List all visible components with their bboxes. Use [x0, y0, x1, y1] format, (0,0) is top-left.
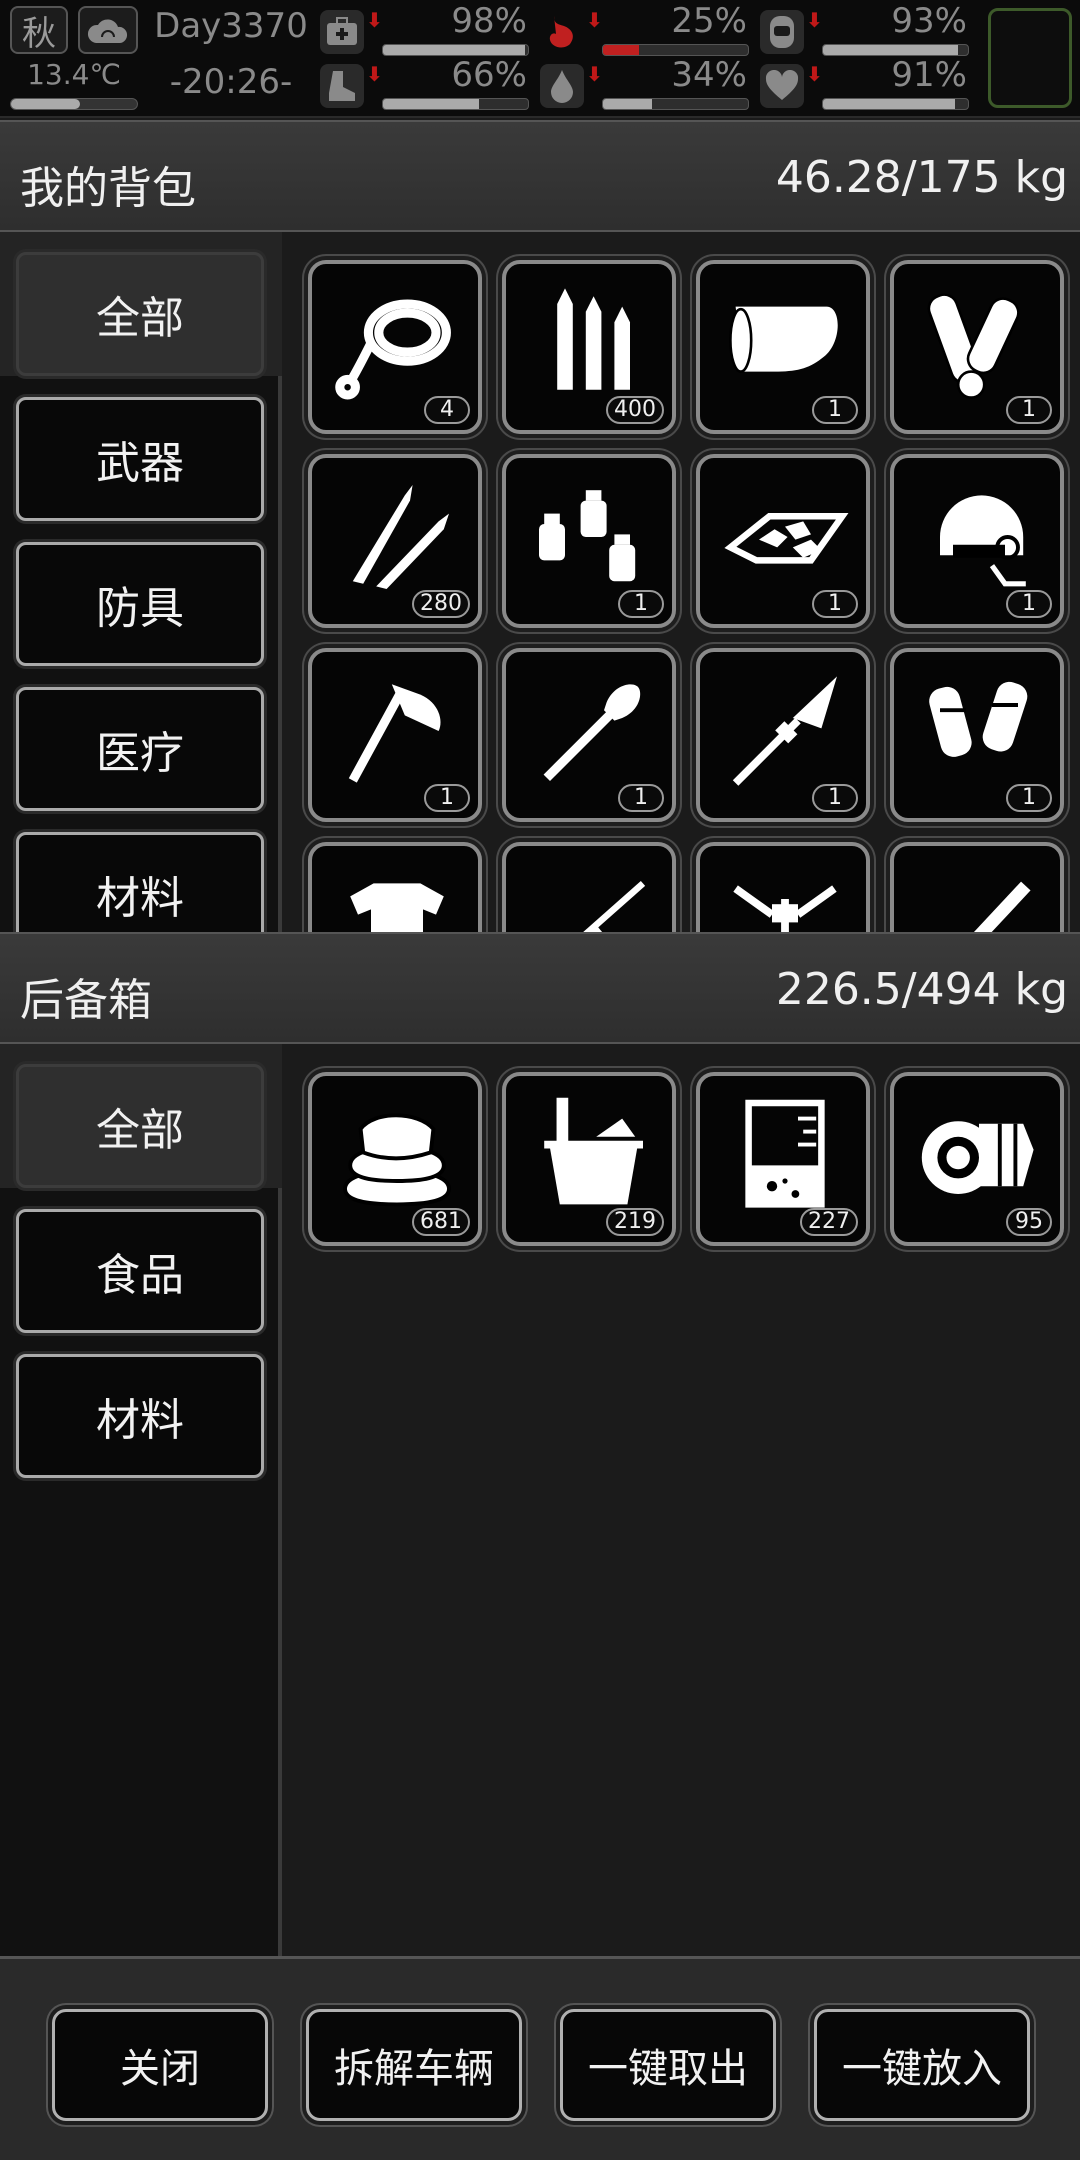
item-slot[interactable]: 400	[502, 260, 676, 434]
shield-icon	[760, 10, 804, 54]
tripod-icon	[733, 885, 837, 932]
item-slot[interactable]: 219	[502, 1072, 676, 1246]
item-slot[interactable]: 1	[696, 454, 870, 628]
cloth-stack-icon	[343, 1113, 451, 1207]
backpack-category-list: 全部 武器 防具 医疗 材料	[0, 232, 282, 932]
backpack-title: 我的背包	[20, 163, 196, 214]
trunk-weight: 226.5/494 kg	[775, 964, 1068, 1015]
backpack-tab-armor[interactable]: 防具	[16, 542, 264, 666]
grenades-icon	[539, 490, 636, 582]
trunk-tab-food[interactable]: 食品	[16, 1209, 264, 1333]
stamina-stat[interactable]: ⬇ 66%	[320, 56, 535, 112]
item-slot[interactable]	[696, 842, 870, 932]
bandage-icon	[927, 293, 1020, 399]
sniper-rifle-icon	[577, 880, 646, 932]
health-value: 98%	[451, 1, 527, 41]
bullets-icon	[557, 288, 630, 390]
temperature: 13.4℃	[27, 58, 121, 91]
day-counter: Day3370	[154, 6, 308, 46]
item-slot[interactable]: 1	[696, 648, 870, 822]
item-slot[interactable]: 1	[308, 648, 482, 822]
item-slot[interactable]: 681	[308, 1072, 482, 1246]
cloth-roll-icon	[729, 306, 838, 373]
item-slot[interactable]	[308, 842, 482, 932]
armor-value: 93%	[891, 1, 967, 41]
backpack-tab-all[interactable]: 全部	[16, 252, 264, 376]
hunger-value: 25%	[671, 1, 747, 41]
status-bar: 秋 13.4℃ Day3370 -20:26- ⬇ 98% ⬇ 25% ⬇ 93…	[0, 0, 1080, 118]
rifle-rounds-icon	[352, 485, 449, 589]
mood-value: 91%	[891, 55, 967, 95]
shovel-icon	[543, 684, 641, 782]
trunk-panel: 全部 食品 材料 681 219 227 95	[0, 1044, 1080, 1956]
armor-stat[interactable]: ⬇ 93%	[760, 2, 975, 58]
item-slot[interactable]: 1	[890, 260, 1064, 434]
backpack-panel: 全部 武器 防具 医疗 材料 4 400 1 1 280 1 1 1 1 1 1…	[0, 232, 1080, 932]
put-all-button[interactable]: 一键放入	[814, 2009, 1030, 2121]
item-slot[interactable]	[890, 842, 1064, 932]
item-slot[interactable]: 1	[502, 648, 676, 822]
close-button[interactable]: 关闭	[52, 2009, 268, 2121]
backpack-tab-medical[interactable]: 医疗	[16, 687, 264, 811]
food-tray-icon	[724, 512, 849, 564]
item-slot[interactable]: 227	[696, 1072, 870, 1246]
backpack-header: 我的背包 46.28/175 kg	[0, 120, 1080, 232]
item-slot[interactable]: 1	[696, 260, 870, 434]
thirst-stat[interactable]: ⬇ 34%	[540, 56, 755, 112]
water-drop-icon	[540, 64, 584, 108]
beaker-icon	[745, 1099, 825, 1208]
dismantle-vehicle-button[interactable]: 拆解车辆	[306, 2009, 522, 2121]
stamina-value: 66%	[451, 55, 527, 95]
minigun-icon	[973, 881, 1031, 932]
season-indicator: 秋	[10, 6, 68, 54]
item-slot[interactable]: 1	[890, 454, 1064, 628]
cloud-icon	[78, 6, 138, 54]
item-slot[interactable]: 280	[308, 454, 482, 628]
axe-icon	[348, 684, 441, 783]
character-portrait[interactable]	[988, 8, 1072, 108]
boot-icon	[320, 64, 364, 108]
thirst-value: 34%	[671, 55, 747, 95]
trunk-tab-materials[interactable]: 材料	[16, 1354, 264, 1478]
item-slot[interactable]: 1	[502, 454, 676, 628]
backpack-weight: 46.28/175 kg	[775, 152, 1068, 203]
health-stat[interactable]: ⬇ 98%	[320, 2, 535, 58]
backpack-tab-weapons[interactable]: 武器	[16, 397, 264, 521]
action-bar: 关闭 拆解车辆 一键取出 一键放入	[0, 1956, 1080, 2160]
helmet-icon	[940, 495, 1026, 587]
medkit-icon	[320, 10, 364, 54]
temperature-bar	[10, 98, 138, 110]
spear-icon	[732, 676, 837, 786]
stamina-bar	[382, 98, 529, 110]
body-armor-icon	[350, 883, 444, 932]
trunk-category-list: 全部 食品 材料	[0, 1044, 282, 1956]
item-slot[interactable]: 4	[308, 260, 482, 434]
rope-icon	[335, 299, 451, 400]
take-all-button[interactable]: 一键取出	[560, 2009, 776, 2121]
trunk-header: 后备箱 226.5/494 kg	[0, 932, 1080, 1044]
hunger-stat[interactable]: ⬇ 25%	[540, 2, 755, 58]
item-slot[interactable]: 95	[890, 1072, 1064, 1246]
arm-guards-icon	[929, 681, 1028, 757]
item-slot[interactable]	[502, 842, 676, 932]
stomach-icon	[540, 10, 584, 54]
mood-bar	[822, 98, 969, 110]
trunk-title: 后备箱	[20, 975, 152, 1026]
item-slot[interactable]: 1	[890, 648, 1064, 822]
backpack-tab-materials[interactable]: 材料	[16, 832, 264, 932]
mood-stat[interactable]: ⬇ 91%	[760, 56, 975, 112]
gear-part-icon	[921, 1121, 1034, 1194]
heart-icon	[760, 64, 804, 108]
thirst-bar	[602, 98, 749, 110]
water-bucket-icon	[544, 1097, 643, 1205]
trunk-tab-all[interactable]: 全部	[16, 1064, 264, 1188]
game-clock: -20:26-	[169, 62, 293, 102]
